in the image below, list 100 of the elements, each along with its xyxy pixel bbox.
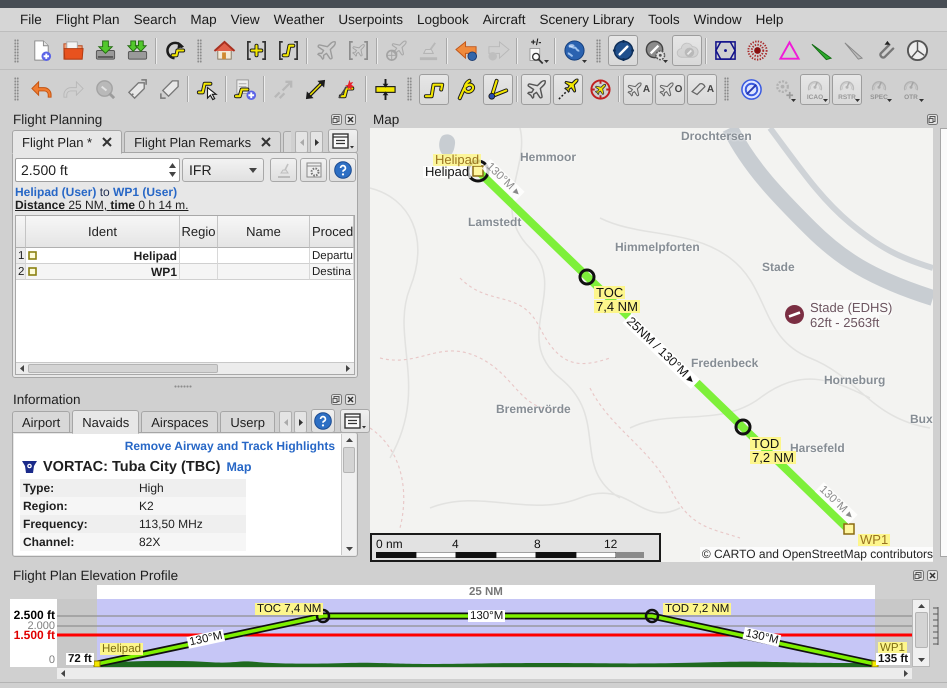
elevation-label: 135 ft [876, 653, 910, 665]
menu-item[interactable]: Tools [641, 8, 687, 31]
scale-label: 0 nm [376, 538, 403, 551]
close-icon[interactable] [345, 114, 356, 125]
leg-label: 130°M [468, 610, 506, 622]
horizontal-scrollbar[interactable] [57, 667, 912, 679]
restore-icon[interactable] [913, 570, 924, 580]
menu-item[interactable]: Flight Plan [48, 8, 127, 31]
toolbar-button[interactable] [608, 35, 638, 66]
airplane-target-icon [384, 39, 408, 62]
grip-handle[interactable] [407, 77, 412, 101]
toolbar-button[interactable]: A [687, 74, 717, 104]
column-header[interactable]: Proced [310, 216, 354, 248]
airplane-icon [626, 80, 643, 98]
tab[interactable]: Flight Plan * [12, 130, 122, 154]
vertical-scrollbar[interactable] [341, 434, 356, 555]
settings-button[interactable] [300, 158, 327, 182]
link[interactable]: Remove Airway and Track Highlights [124, 439, 335, 453]
flight-rules-dropdown[interactable]: IFR [182, 158, 264, 182]
tab[interactable]: Airspaces [141, 411, 218, 433]
menu-item[interactable]: Aircraft [476, 8, 533, 31]
toolbar-button[interactable] [553, 74, 583, 104]
waypoint-square-icon[interactable] [472, 165, 484, 177]
grip-handle[interactable] [596, 38, 601, 62]
scale-label: 8 [534, 538, 541, 551]
airplane-brackets-icon [346, 39, 370, 62]
close-icon[interactable] [345, 394, 356, 405]
horizontal-scrollbar[interactable] [16, 362, 354, 374]
circle-marker-icon[interactable] [734, 418, 752, 436]
scrollbar-thumb[interactable] [914, 612, 928, 648]
waypoint-square-icon[interactable] [843, 523, 855, 535]
scroll-up-icon[interactable] [346, 438, 352, 442]
dock-title: Information [13, 392, 81, 407]
table-cell[interactable]: WP1 [26, 264, 180, 280]
field-value: 82X [139, 535, 162, 549]
column-header[interactable]: Name [218, 216, 310, 248]
airplane-circle-icon [588, 78, 612, 100]
column-header[interactable]: Regio [180, 216, 218, 248]
menu-item[interactable]: Weather [266, 8, 332, 31]
scroll-right-icon[interactable] [346, 365, 350, 372]
column-header[interactable]: Ident [26, 216, 180, 248]
menu-item[interactable]: Map [183, 8, 224, 31]
close-icon[interactable] [927, 570, 938, 580]
ruler-icon[interactable] [932, 607, 939, 645]
grip-handle[interactable] [724, 77, 729, 101]
table-cell[interactable]: Destina [310, 264, 354, 280]
splitter-handle[interactable] [174, 385, 192, 388]
menu-item[interactable]: View [224, 8, 267, 31]
circle-marker-icon[interactable] [644, 608, 660, 624]
scroll-right-icon[interactable] [904, 670, 908, 677]
clock-icon [906, 39, 928, 62]
link[interactable]: Map [226, 460, 252, 474]
restore-icon[interactable] [927, 114, 938, 124]
help-button[interactable] [329, 158, 356, 182]
scroll-down-icon[interactable] [918, 658, 924, 662]
restore-icon[interactable] [331, 394, 342, 405]
vertical-scrollbar[interactable] [912, 599, 930, 667]
toolbar-button[interactable] [521, 74, 551, 104]
tab[interactable]: Airport [12, 411, 70, 433]
toolbar-button[interactable]: A [623, 74, 653, 104]
home-icon [212, 39, 236, 62]
toolbar-button[interactable]: +/- [521, 35, 551, 66]
menu-item[interactable]: Search [126, 8, 184, 31]
scrollbar-thumb[interactable] [28, 364, 218, 373]
close-icon[interactable] [261, 137, 272, 147]
altitude-field[interactable]: 2.500 ft [15, 158, 180, 182]
menu-item[interactable]: Help [748, 8, 790, 31]
circle-marker-icon[interactable] [578, 268, 596, 286]
tab[interactable]: Navaids [72, 410, 140, 434]
toolbar-button[interactable] [483, 74, 513, 104]
scroll-right-button[interactable] [294, 411, 308, 433]
table-cell[interactable] [180, 264, 218, 280]
spin-arrows-icon[interactable] [168, 162, 177, 178]
scroll-down-icon[interactable] [346, 547, 352, 551]
toolbar-button[interactable] [419, 74, 449, 104]
menu-item[interactable]: Userpoints [331, 8, 410, 31]
tab[interactable]: Userp [220, 411, 276, 433]
airport-icon[interactable] [785, 305, 804, 324]
menu-button[interactable] [328, 129, 358, 153]
help-button[interactable] [311, 409, 336, 433]
menu-button[interactable] [340, 409, 370, 433]
grip-handle[interactable] [14, 38, 19, 62]
tab[interactable]: Flight Plan Remarks [124, 131, 282, 153]
scroll-up-icon[interactable] [918, 604, 924, 608]
table-cell[interactable] [218, 264, 310, 280]
scroll-left-icon[interactable] [61, 670, 65, 677]
triangle-icon [778, 39, 800, 62]
menu-item[interactable]: File [13, 8, 49, 31]
scroll-left-icon[interactable] [20, 365, 24, 372]
scroll-right-button[interactable] [310, 131, 324, 153]
toolbar-button[interactable]: O [655, 74, 685, 104]
grip-handle[interactable] [14, 77, 19, 101]
grip-handle[interactable] [197, 38, 202, 62]
menu-item[interactable]: Logbook [410, 8, 476, 31]
folder-icon [62, 39, 84, 62]
menu-item[interactable]: Scenery Library [532, 8, 642, 31]
restore-icon[interactable] [331, 114, 342, 125]
close-icon[interactable] [102, 137, 112, 147]
scrollbar-thumb[interactable] [343, 447, 355, 473]
menu-item[interactable]: Window [686, 8, 749, 31]
